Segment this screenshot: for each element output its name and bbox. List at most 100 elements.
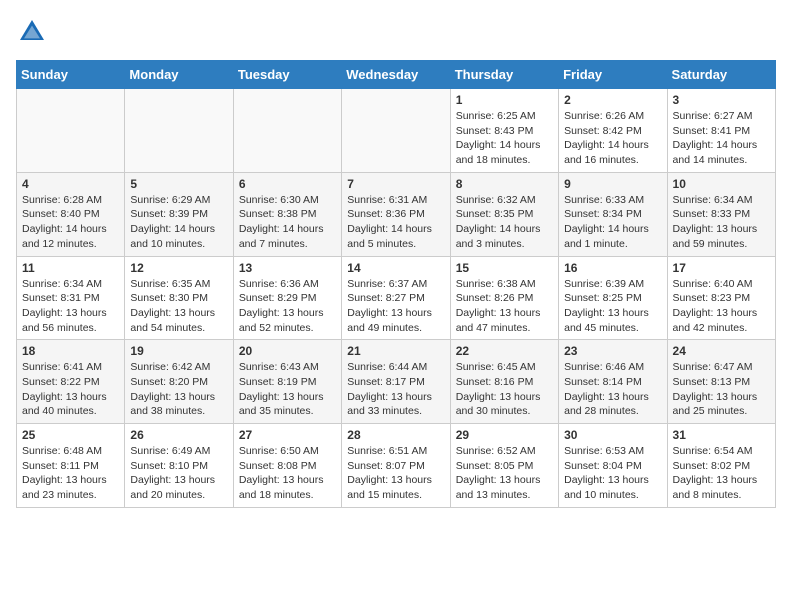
day-info: Sunrise: 6:29 AM Sunset: 8:39 PM Dayligh…	[130, 193, 227, 252]
calendar-cell: 2Sunrise: 6:26 AM Sunset: 8:42 PM Daylig…	[559, 89, 667, 173]
day-number: 14	[347, 261, 444, 275]
day-number: 12	[130, 261, 227, 275]
calendar-cell: 24Sunrise: 6:47 AM Sunset: 8:13 PM Dayli…	[667, 340, 775, 424]
header-cell-sunday: Sunday	[17, 61, 125, 89]
day-number: 2	[564, 93, 661, 107]
calendar-cell: 17 Sunrise: 6:40 AM Sunset: 8:23 PM Dayli…	[667, 256, 775, 340]
day-number: 30	[564, 428, 661, 442]
calendar-cell	[342, 89, 450, 173]
day-info: Sunrise: 6:50 AM Sunset: 8:08 PM Dayligh…	[239, 444, 336, 503]
day-number: 25	[22, 428, 119, 442]
day-info: Sunrise: 6:46 AM Sunset: 8:14 PM Dayligh…	[564, 360, 661, 419]
day-info: Sunrise: 6:39 AM Sunset: 8:25 PM Dayligh…	[564, 277, 661, 336]
calendar-cell: 13 Sunrise: 6:36 AM Sunset: 8:29 PM Dayli…	[233, 256, 341, 340]
day-number: 9	[564, 177, 661, 191]
calendar-cell: 9Sunrise: 6:33 AM Sunset: 8:34 PM Daylig…	[559, 172, 667, 256]
calendar-cell	[17, 89, 125, 173]
calendar-cell	[125, 89, 233, 173]
day-info: Sunrise: 6:37 AM Sunset: 8:27 PM Dayligh…	[347, 277, 444, 336]
day-info: Sunrise: 6:53 AM Sunset: 8:04 PM Dayligh…	[564, 444, 661, 503]
calendar-cell: 5 Sunrise: 6:29 AM Sunset: 8:39 PM Daylig…	[125, 172, 233, 256]
calendar-cell: 28 Sunrise: 6:51 AM Sunset: 8:07 PM Dayli…	[342, 424, 450, 508]
calendar-cell: 22 Sunrise: 6:45 AM Sunset: 8:16 PM Dayli…	[450, 340, 558, 424]
calendar-week-row: 18Sunrise: 6:41 AM Sunset: 8:22 PM Dayli…	[17, 340, 776, 424]
day-number: 10	[673, 177, 770, 191]
calendar-cell: 26 Sunrise: 6:49 AM Sunset: 8:10 PM Dayli…	[125, 424, 233, 508]
day-info: Sunrise: 6:44 AM Sunset: 8:17 PM Dayligh…	[347, 360, 444, 419]
header-cell-saturday: Saturday	[667, 61, 775, 89]
day-info: Sunrise: 6:31 AM Sunset: 8:36 PM Dayligh…	[347, 193, 444, 252]
day-number: 23	[564, 344, 661, 358]
day-number: 31	[673, 428, 770, 442]
day-number: 26	[130, 428, 227, 442]
day-info: Sunrise: 6:45 AM Sunset: 8:16 PM Dayligh…	[456, 360, 553, 419]
header-cell-monday: Monday	[125, 61, 233, 89]
day-number: 27	[239, 428, 336, 442]
day-number: 6	[239, 177, 336, 191]
day-info: Sunrise: 6:52 AM Sunset: 8:05 PM Dayligh…	[456, 444, 553, 503]
calendar-cell: 1 Sunrise: 6:25 AM Sunset: 8:43 PM Daylig…	[450, 89, 558, 173]
calendar-cell: 3Sunrise: 6:27 AM Sunset: 8:41 PM Daylig…	[667, 89, 775, 173]
calendar-cell: 14 Sunrise: 6:37 AM Sunset: 8:27 PM Dayli…	[342, 256, 450, 340]
calendar-cell: 4 Sunrise: 6:28 AM Sunset: 8:40 PM Daylig…	[17, 172, 125, 256]
day-info: Sunrise: 6:36 AM Sunset: 8:29 PM Dayligh…	[239, 277, 336, 336]
day-info: Sunrise: 6:34 AM Sunset: 8:33 PM Dayligh…	[673, 193, 770, 252]
calendar-cell: 10 Sunrise: 6:34 AM Sunset: 8:33 PM Dayli…	[667, 172, 775, 256]
day-info: Sunrise: 6:25 AM Sunset: 8:43 PM Dayligh…	[456, 109, 553, 168]
calendar-cell: 19 Sunrise: 6:42 AM Sunset: 8:20 PM Dayli…	[125, 340, 233, 424]
day-info: Sunrise: 6:30 AM Sunset: 8:38 PM Dayligh…	[239, 193, 336, 252]
day-number: 4	[22, 177, 119, 191]
day-info: Sunrise: 6:28 AM Sunset: 8:40 PM Dayligh…	[22, 193, 119, 252]
day-number: 16	[564, 261, 661, 275]
day-number: 28	[347, 428, 444, 442]
day-number: 8	[456, 177, 553, 191]
day-number: 11	[22, 261, 119, 275]
day-number: 13	[239, 261, 336, 275]
calendar-cell: 27 Sunrise: 6:50 AM Sunset: 8:08 PM Dayli…	[233, 424, 341, 508]
day-number: 29	[456, 428, 553, 442]
calendar-cell: 23 Sunrise: 6:46 AM Sunset: 8:14 PM Dayli…	[559, 340, 667, 424]
day-info: Sunrise: 6:38 AM Sunset: 8:26 PM Dayligh…	[456, 277, 553, 336]
header-cell-friday: Friday	[559, 61, 667, 89]
calendar-cell: 6 Sunrise: 6:30 AM Sunset: 8:38 PM Daylig…	[233, 172, 341, 256]
calendar-week-row: 11 Sunrise: 6:34 AM Sunset: 8:31 PM Dayli…	[17, 256, 776, 340]
day-info: Sunrise: 6:40 AM Sunset: 8:23 PM Dayligh…	[673, 277, 770, 336]
day-info: Sunrise: 6:42 AM Sunset: 8:20 PM Dayligh…	[130, 360, 227, 419]
calendar-cell: 16 Sunrise: 6:39 AM Sunset: 8:25 PM Dayli…	[559, 256, 667, 340]
header-cell-wednesday: Wednesday	[342, 61, 450, 89]
calendar-cell: 25Sunrise: 6:48 AM Sunset: 8:11 PM Dayli…	[17, 424, 125, 508]
day-info: Sunrise: 6:34 AM Sunset: 8:31 PM Dayligh…	[22, 277, 119, 336]
calendar-cell	[233, 89, 341, 173]
day-info: Sunrise: 6:51 AM Sunset: 8:07 PM Dayligh…	[347, 444, 444, 503]
day-number: 21	[347, 344, 444, 358]
header-cell-tuesday: Tuesday	[233, 61, 341, 89]
calendar-week-row: 1 Sunrise: 6:25 AM Sunset: 8:43 PM Daylig…	[17, 89, 776, 173]
day-number: 19	[130, 344, 227, 358]
page-header	[16, 16, 776, 48]
calendar-cell: 31 Sunrise: 6:54 AM Sunset: 8:02 PM Dayli…	[667, 424, 775, 508]
day-info: Sunrise: 6:32 AM Sunset: 8:35 PM Dayligh…	[456, 193, 553, 252]
calendar-cell: 12 Sunrise: 6:35 AM Sunset: 8:30 PM Dayli…	[125, 256, 233, 340]
day-number: 1	[456, 93, 553, 107]
day-number: 5	[130, 177, 227, 191]
calendar-cell: 21 Sunrise: 6:44 AM Sunset: 8:17 PM Dayli…	[342, 340, 450, 424]
day-info: Sunrise: 6:47 AM Sunset: 8:13 PM Dayligh…	[673, 360, 770, 419]
day-info: Sunrise: 6:43 AM Sunset: 8:19 PM Dayligh…	[239, 360, 336, 419]
day-info: Sunrise: 6:54 AM Sunset: 8:02 PM Dayligh…	[673, 444, 770, 503]
calendar-header-row: SundayMondayTuesdayWednesdayThursdayFrid…	[17, 61, 776, 89]
calendar-cell: 30 Sunrise: 6:53 AM Sunset: 8:04 PM Dayli…	[559, 424, 667, 508]
calendar-cell: 15Sunrise: 6:38 AM Sunset: 8:26 PM Dayli…	[450, 256, 558, 340]
day-number: 17	[673, 261, 770, 275]
day-number: 18	[22, 344, 119, 358]
day-number: 22	[456, 344, 553, 358]
calendar-cell: 18Sunrise: 6:41 AM Sunset: 8:22 PM Dayli…	[17, 340, 125, 424]
logo-icon	[16, 16, 48, 48]
calendar-cell: 11 Sunrise: 6:34 AM Sunset: 8:31 PM Dayli…	[17, 256, 125, 340]
day-info: Sunrise: 6:35 AM Sunset: 8:30 PM Dayligh…	[130, 277, 227, 336]
day-number: 3	[673, 93, 770, 107]
calendar-cell: 7 Sunrise: 6:31 AM Sunset: 8:36 PM Daylig…	[342, 172, 450, 256]
day-number: 7	[347, 177, 444, 191]
day-info: Sunrise: 6:49 AM Sunset: 8:10 PM Dayligh…	[130, 444, 227, 503]
day-number: 20	[239, 344, 336, 358]
calendar-cell: 8 Sunrise: 6:32 AM Sunset: 8:35 PM Daylig…	[450, 172, 558, 256]
